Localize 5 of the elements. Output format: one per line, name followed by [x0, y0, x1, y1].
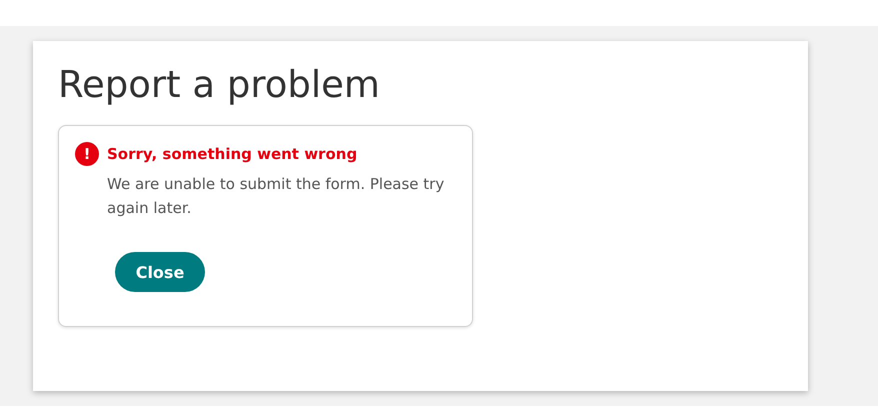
page-title: Report a problem — [58, 63, 381, 107]
alert-heading: Sorry, something went wrong — [107, 145, 358, 163]
error-icon: ! — [75, 142, 99, 166]
close-button[interactable]: Close — [115, 252, 205, 292]
alert-message: We are unable to submit the form. Please try again later. — [107, 174, 446, 219]
